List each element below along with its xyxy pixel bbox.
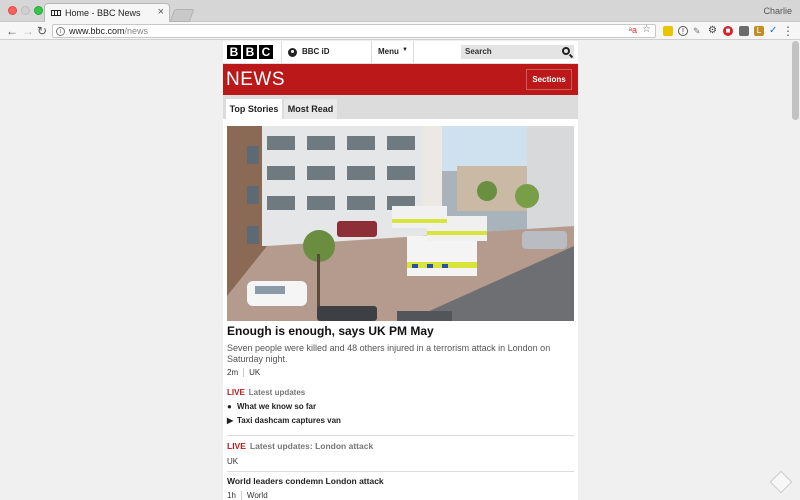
bbc-logo-letter: B bbox=[227, 45, 241, 59]
live-updates-link[interactable]: LIVE Latest updates bbox=[227, 388, 305, 397]
window-titlebar: Home - BBC News × Charlie bbox=[0, 0, 800, 23]
address-bar[interactable]: i www.bbc.com/news ᵃa ☆ bbox=[52, 24, 656, 38]
masthead-divider bbox=[413, 41, 414, 64]
related-link-label: What we know so far bbox=[237, 402, 317, 411]
extension-box-icon[interactable] bbox=[739, 26, 749, 36]
bbc-logo-letter: C bbox=[259, 45, 273, 59]
story-divider bbox=[227, 435, 574, 436]
page-scrollbar[interactable] bbox=[792, 41, 799, 120]
street-scene-illustration bbox=[227, 126, 574, 321]
live-updates-text: Latest updates bbox=[248, 388, 306, 397]
related-link-taxi-dashcam[interactable]: ▶ Taxi dashcam captures van bbox=[227, 416, 341, 425]
related-link-label: Taxi dashcam captures van bbox=[237, 416, 341, 425]
news-logo[interactable]: NEWS bbox=[226, 69, 285, 91]
browser-tab[interactable]: Home - BBC News × bbox=[44, 3, 170, 23]
live-story-title: Latest updates: London attack bbox=[249, 441, 374, 451]
minimize-window-button[interactable] bbox=[21, 6, 30, 15]
extension-gear-icon[interactable]: ⚙ bbox=[708, 26, 718, 36]
new-tab-button[interactable] bbox=[169, 9, 195, 22]
meta-divider bbox=[240, 491, 242, 500]
bbc-news-page: B B C BBC iD Menu ▼ Search NEWS Sections… bbox=[223, 41, 578, 500]
bbc-logo[interactable]: B B C bbox=[227, 45, 273, 59]
story-meta: 1h World bbox=[227, 491, 268, 500]
scroll-indicator-icon[interactable] bbox=[769, 470, 793, 494]
profile-name[interactable]: Charlie bbox=[763, 6, 792, 16]
extension-v-icon[interactable]: ✓ bbox=[769, 26, 779, 36]
extension-abp-icon[interactable]: ■ bbox=[723, 26, 733, 36]
translate-icon[interactable]: ᵃa bbox=[629, 25, 637, 35]
lead-story-image[interactable] bbox=[227, 126, 574, 321]
story-section-link[interactable]: UK bbox=[249, 368, 260, 377]
tab-most-read[interactable]: Most Read bbox=[284, 99, 337, 119]
reload-button[interactable]: ↻ bbox=[37, 23, 47, 39]
forward-button[interactable]: → bbox=[22, 23, 34, 39]
back-button[interactable]: ← bbox=[6, 23, 18, 39]
tab-title: Home - BBC News bbox=[65, 8, 141, 18]
close-window-button[interactable] bbox=[8, 6, 17, 15]
story-live-london-attack[interactable]: LIVE Latest updates: London attack bbox=[227, 441, 373, 451]
live-badge: LIVE bbox=[227, 441, 246, 451]
masthead-divider bbox=[281, 41, 282, 64]
tab-close-icon[interactable]: × bbox=[158, 6, 164, 18]
page-info-icon[interactable]: i bbox=[56, 27, 65, 36]
chevron-down-icon: ▼ bbox=[402, 47, 408, 53]
story-divider bbox=[227, 471, 574, 472]
browser-menu-icon[interactable]: ⋮ bbox=[782, 24, 794, 38]
extension-icon[interactable] bbox=[663, 26, 673, 36]
lead-story-headline[interactable]: Enough is enough, says UK PM May bbox=[227, 324, 574, 338]
story-time: 1h bbox=[227, 491, 236, 500]
extension-info-icon[interactable]: ! bbox=[678, 26, 688, 36]
url-text[interactable]: www.bbc.com/news bbox=[69, 26, 148, 36]
menu-button[interactable]: Menu bbox=[378, 47, 399, 56]
extension-pen-icon[interactable]: ✎ bbox=[693, 26, 703, 36]
bbc-id-link[interactable]: BBC iD bbox=[302, 47, 330, 56]
tab-top-stories[interactable]: Top Stories bbox=[226, 99, 282, 119]
user-icon[interactable] bbox=[288, 48, 297, 57]
story-world-leaders[interactable]: World leaders condemn London attack bbox=[227, 476, 384, 486]
story-section-link[interactable]: UK bbox=[227, 457, 238, 466]
search-icon[interactable] bbox=[562, 47, 570, 55]
bbc-favicon-icon bbox=[51, 10, 61, 16]
story-tabs: Top Stories Most Read bbox=[223, 95, 578, 119]
masthead-divider bbox=[371, 41, 372, 64]
extension-l-icon[interactable]: L bbox=[754, 26, 764, 36]
meta-divider bbox=[243, 368, 245, 378]
story-section-link[interactable]: World bbox=[247, 491, 268, 500]
story-meta: UK bbox=[227, 457, 238, 466]
bbc-logo-letter: B bbox=[243, 45, 257, 59]
bbc-masthead: B B C BBC iD Menu ▼ Search bbox=[223, 41, 578, 64]
search-input[interactable]: Search bbox=[461, 45, 574, 59]
bookmark-star-icon[interactable]: ☆ bbox=[642, 24, 651, 35]
browser-toolbar: ← → ↻ i www.bbc.com/news ᵃa ☆ ! ✎ ⚙ ■ L … bbox=[0, 22, 800, 40]
lead-story-summary: Seven people were killed and 48 others i… bbox=[227, 343, 551, 364]
zoom-window-button[interactable] bbox=[34, 6, 43, 15]
related-link-what-we-know[interactable]: ● What we know so far bbox=[227, 402, 316, 411]
search-placeholder: Search bbox=[465, 47, 492, 56]
live-badge: LIVE bbox=[227, 388, 245, 397]
sections-button[interactable]: Sections bbox=[526, 69, 572, 90]
story-time: 2m bbox=[227, 368, 239, 377]
lead-story-meta: 2m UK bbox=[227, 368, 260, 378]
bullet-icon: ● bbox=[227, 402, 232, 411]
news-header-band: NEWS Sections bbox=[223, 64, 578, 95]
play-icon: ▶ bbox=[227, 416, 234, 425]
